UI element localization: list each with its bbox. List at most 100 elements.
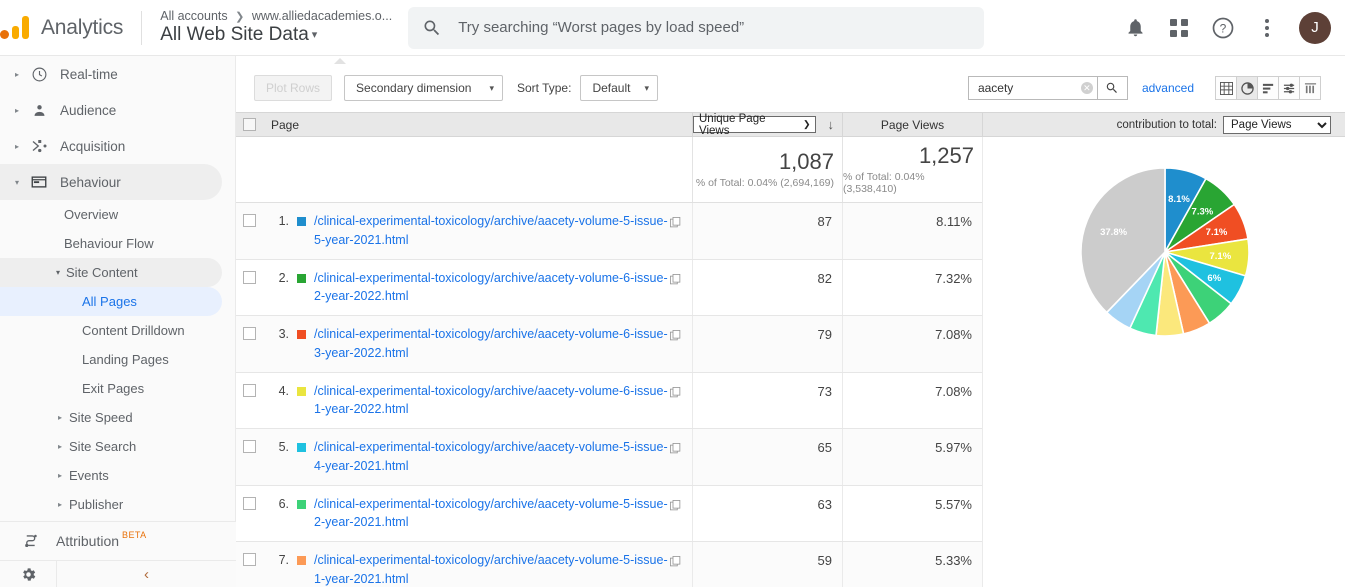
row-page-link[interactable]: /clinical-experimental-toxicology/archiv…	[306, 429, 670, 485]
view-name[interactable]: All Web Site Data▾	[160, 24, 392, 46]
totals-metric2-cell: 1,257 % of Total: 0.04% (3,538,410)	[842, 137, 982, 202]
row-checkbox[interactable]	[243, 271, 256, 284]
row-checkbox[interactable]	[243, 497, 256, 510]
avatar[interactable]: J	[1299, 12, 1331, 44]
attribution-icon	[18, 532, 44, 551]
pie-chart[interactable]: 8.1%7.3%7.1%7.1%6%37.8%	[1000, 155, 1330, 355]
top-app-bar: Analytics All accounts ❯ www.alliedacade…	[0, 0, 1345, 56]
chevron-left-icon: ‹	[144, 566, 149, 583]
toolbar-right-controls: ✕ advanced	[968, 76, 1345, 100]
select-all-cell[interactable]	[236, 118, 263, 131]
row-checkbox-cell[interactable]	[236, 542, 263, 587]
sidebar-item-label: Site Speed	[69, 410, 133, 425]
sidebar-item-label: Acquisition	[60, 139, 125, 154]
account-selector[interactable]: All accounts ❯ www.alliedacademies.o... …	[160, 9, 392, 46]
view-table-icon[interactable]	[1215, 76, 1237, 100]
sidebar-item-all-pages[interactable]: All Pages	[0, 287, 222, 316]
row-checkbox-cell[interactable]	[236, 373, 263, 429]
sidebar-item-site-speed[interactable]: ▸ Site Speed	[0, 403, 235, 432]
table-search-button[interactable]	[1098, 76, 1128, 100]
row-color-swatch	[297, 556, 306, 565]
sidebar-item-events[interactable]: ▸ Events	[0, 461, 235, 490]
open-in-new-icon[interactable]	[670, 429, 692, 485]
sidebar-item-label: Publisher	[69, 497, 123, 512]
open-in-new-icon[interactable]	[670, 260, 692, 316]
notifications-bell-icon[interactable]	[1115, 8, 1155, 48]
more-options-icon[interactable]	[1247, 8, 1287, 48]
sidebar-item-exit-pages[interactable]: Exit Pages	[0, 374, 235, 403]
sidebar-item-site-content[interactable]: ▾ Site Content	[0, 258, 222, 287]
brand-name: Analytics	[41, 16, 123, 40]
clear-icon[interactable]: ✕	[1081, 82, 1093, 94]
help-icon[interactable]: ?	[1203, 8, 1243, 48]
row-page-link[interactable]: /clinical-experimental-toxicology/archiv…	[306, 542, 670, 587]
person-icon	[26, 102, 52, 119]
sidebar-item-landing-pages[interactable]: Landing Pages	[0, 345, 235, 374]
open-in-new-icon[interactable]	[670, 486, 692, 542]
sidebar-item-overview[interactable]: Overview	[0, 200, 235, 229]
collapse-sidebar-button[interactable]: ‹	[57, 566, 236, 583]
row-checkbox[interactable]	[243, 440, 256, 453]
view-comparison-icon[interactable]	[1278, 76, 1300, 100]
row-color-swatch	[297, 217, 306, 226]
totals-metric2-sub: % of Total: 0.04% (3,538,410)	[843, 171, 974, 195]
chevron-right-icon: ▸	[8, 70, 26, 79]
sidebar-item-behaviour-flow[interactable]: Behaviour Flow	[0, 229, 235, 258]
sort-type-dropdown[interactable]: Default ▾	[580, 75, 658, 101]
secondary-dimension-dropdown[interactable]: Secondary dimension ▾	[344, 75, 503, 101]
row-checkbox-cell[interactable]	[236, 260, 263, 316]
sidebar-item-content-drilldown[interactable]: Content Drilldown	[0, 316, 235, 345]
row-checkbox[interactable]	[243, 214, 256, 227]
row-page-link[interactable]: /clinical-experimental-toxicology/archiv…	[306, 486, 670, 542]
plot-rows-button[interactable]: Plot Rows	[254, 75, 332, 101]
contribution-select[interactable]: Page Views	[1223, 116, 1331, 134]
row-page-views-pct: 7.32%	[842, 260, 982, 316]
table-filter-input[interactable]	[976, 80, 1081, 96]
gear-icon[interactable]	[0, 566, 56, 583]
metric1-dropdown[interactable]: Unique Page Views ❯	[693, 116, 816, 133]
open-in-new-icon[interactable]	[670, 203, 692, 259]
column-header-page[interactable]: Page	[263, 118, 692, 132]
table-filter-box[interactable]: ✕	[968, 76, 1098, 100]
breadcrumb-property: www.alliedacademies.o...	[252, 9, 392, 23]
row-checkbox-cell[interactable]	[236, 203, 263, 259]
sidebar-item-attribution[interactable]: Attribution BETA	[0, 521, 236, 561]
row-checkbox-cell[interactable]	[236, 429, 263, 485]
row-page-link[interactable]: /clinical-experimental-toxicology/archiv…	[306, 260, 670, 316]
view-performance-bar-icon[interactable]	[1257, 76, 1279, 100]
advanced-filter-link[interactable]: advanced	[1142, 81, 1194, 95]
row-page-views-pct: 8.11%	[842, 203, 982, 259]
apps-grid-icon[interactable]	[1159, 8, 1199, 48]
sidebar-item-behaviour[interactable]: ▾ Behaviour	[0, 164, 222, 200]
view-pivot-icon[interactable]	[1299, 76, 1321, 100]
sidebar-item-label: Site Content	[66, 265, 138, 280]
report-toolbar: Plot Rows Secondary dimension ▾ Sort Typ…	[236, 64, 1345, 112]
row-checkbox-cell[interactable]	[236, 486, 263, 542]
sidebar-item-real-time[interactable]: ▸ Real-time	[0, 56, 235, 92]
row-color-swatch	[297, 443, 306, 452]
row-checkbox[interactable]	[243, 553, 256, 566]
row-page-link[interactable]: /clinical-experimental-toxicology/archiv…	[306, 373, 670, 429]
table-header-row: Page Unique Page Views ❯ ↓ Page Views co…	[236, 112, 1345, 137]
select-all-checkbox[interactable]	[243, 118, 256, 131]
row-checkbox[interactable]	[243, 384, 256, 397]
search-input[interactable]	[456, 18, 970, 37]
sidebar-item-publisher[interactable]: ▸ Publisher	[0, 490, 235, 519]
row-page-link[interactable]: /clinical-experimental-toxicology/archiv…	[306, 203, 670, 259]
sidebar-item-site-search[interactable]: ▸ Site Search	[0, 432, 235, 461]
view-percentage-pie-icon[interactable]	[1236, 76, 1258, 100]
sidebar-item-acquisition[interactable]: ▸ Acquisition	[0, 128, 235, 164]
open-in-new-icon[interactable]	[670, 316, 692, 372]
row-unique-page-views: 87	[692, 203, 842, 259]
row-page-link[interactable]: /clinical-experimental-toxicology/archiv…	[306, 316, 670, 372]
open-in-new-icon[interactable]	[670, 542, 692, 587]
sidebar-item-label: Attribution	[56, 533, 119, 549]
row-checkbox-cell[interactable]	[236, 316, 263, 372]
row-checkbox[interactable]	[243, 327, 256, 340]
open-in-new-icon[interactable]	[670, 373, 692, 429]
global-search[interactable]	[408, 7, 984, 49]
sort-descending-icon[interactable]: ↓	[828, 117, 835, 132]
beta-badge: BETA	[122, 530, 146, 540]
sidebar-item-audience[interactable]: ▸ Audience	[0, 92, 235, 128]
column-header-metric2[interactable]: Page Views	[842, 113, 982, 136]
